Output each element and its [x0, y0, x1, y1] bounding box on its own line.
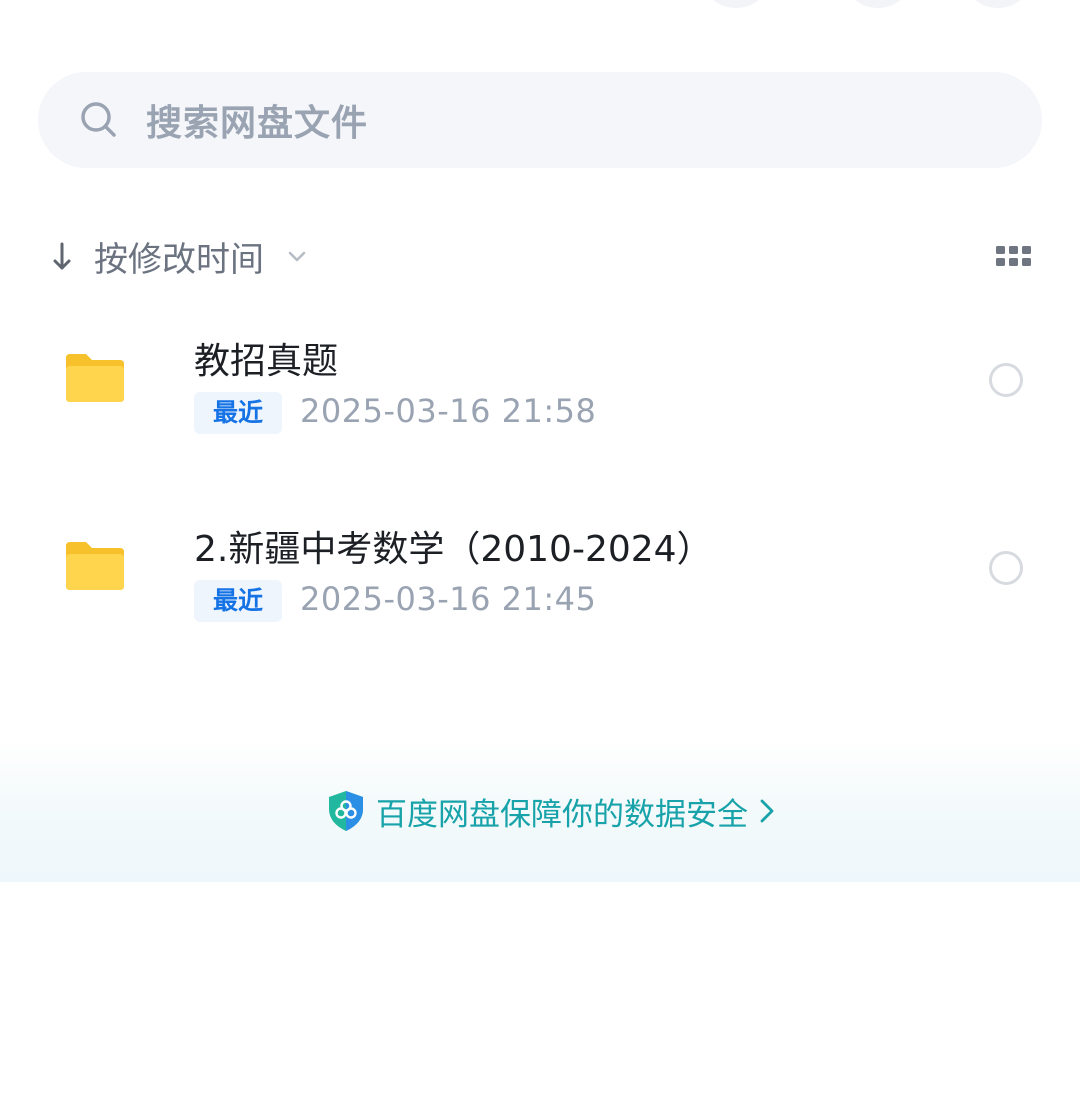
- arrow-down-icon[interactable]: [48, 238, 76, 274]
- chevron-down-icon[interactable]: [286, 245, 308, 267]
- chevron-right-icon: [758, 796, 776, 826]
- search-placeholder: 搜索网盘文件: [146, 103, 369, 144]
- search-icon: [80, 101, 118, 139]
- recent-badge: 最近: [194, 580, 282, 622]
- file-modified-time: 2025-03-16 21:58: [300, 392, 597, 430]
- file-modified-time: 2025-03-16 21:45: [300, 580, 597, 618]
- file-name: 2.新疆中考数学（2010-2024）: [194, 529, 713, 570]
- select-checkbox[interactable]: [989, 363, 1023, 397]
- top-action-button-2[interactable]: [848, 0, 908, 8]
- file-list-item[interactable]: 2.新疆中考数学（2010-2024） 最近 2025-03-16 21:45: [0, 506, 1080, 656]
- grid-view-icon[interactable]: [996, 238, 1032, 274]
- shield-icon: [326, 789, 366, 833]
- security-text: 百度网盘保障你的数据安全: [376, 796, 748, 833]
- file-name: 教招真题: [194, 341, 339, 382]
- folder-icon: [64, 352, 126, 404]
- folder-icon: [64, 540, 126, 592]
- recent-badge: 最近: [194, 392, 282, 434]
- sort-bar: 按修改时间: [48, 230, 1032, 282]
- file-list-item[interactable]: 教招真题 最近 2025-03-16 21:58: [0, 318, 1080, 468]
- top-action-button-1[interactable]: [706, 0, 766, 8]
- security-link[interactable]: 百度网盘保障你的数据安全: [326, 789, 776, 833]
- sort-label[interactable]: 按修改时间: [94, 232, 264, 281]
- top-action-button-3[interactable]: [968, 0, 1028, 8]
- select-checkbox[interactable]: [989, 551, 1023, 585]
- search-input[interactable]: 搜索网盘文件: [38, 72, 1042, 168]
